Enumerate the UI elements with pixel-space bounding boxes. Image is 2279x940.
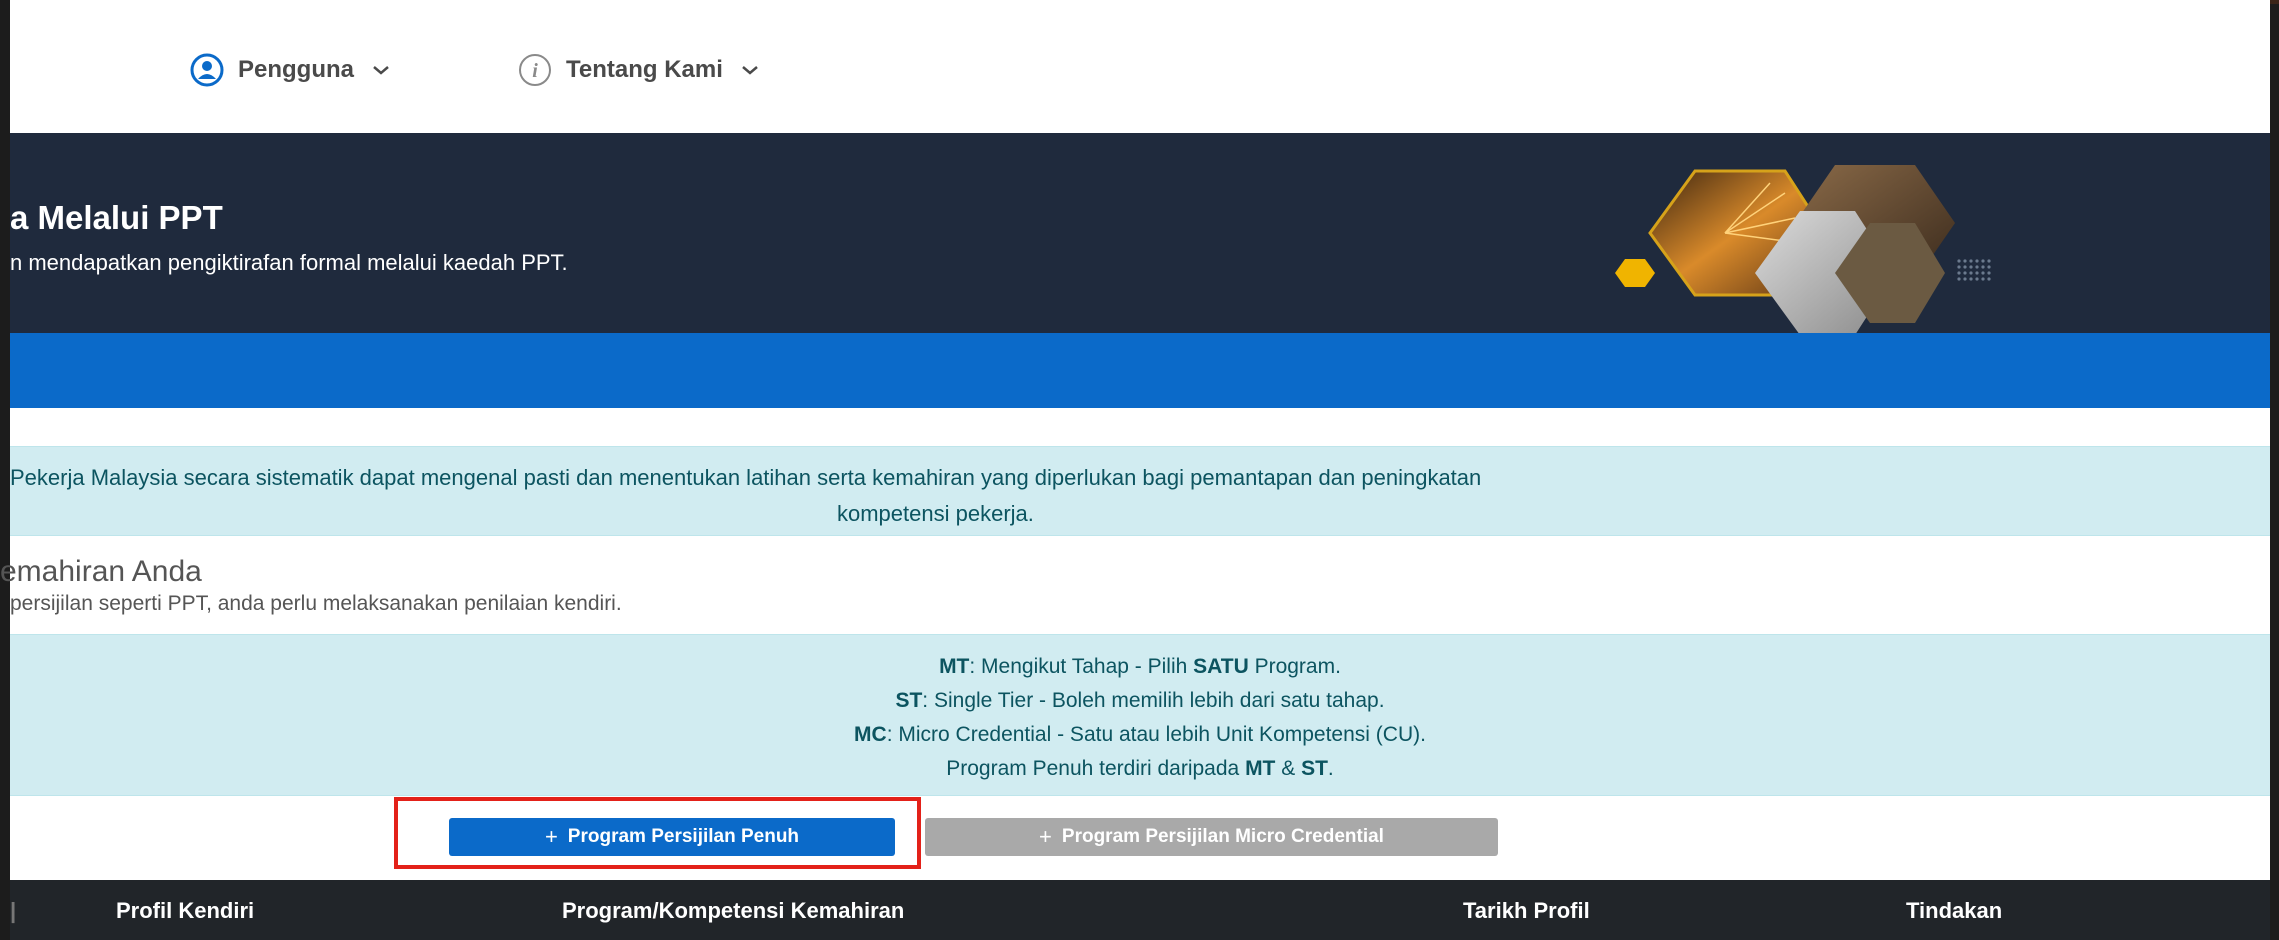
table-header-profil-kendiri: Profil Kendiri <box>116 898 255 923</box>
chevron-down-icon <box>372 64 390 76</box>
hero-subtitle: n mendapatkan pengiktirafan formal melal… <box>10 250 568 275</box>
user-circle-icon <box>190 53 224 87</box>
info-alert-line2: kompetensi pekerja. <box>837 501 1034 526</box>
legend-st: ST: Single Tier - Boleh memilih lebih da… <box>895 689 1385 712</box>
top-navbar: Pengguna i Tentang Kami <box>10 0 2270 133</box>
info-circle-icon: i <box>518 53 552 87</box>
info-alert-description: Pekerja Malaysia secara sistematik dapat… <box>10 446 2270 536</box>
section-subtitle: persijilan seperti PPT, anda perlu melak… <box>10 592 622 615</box>
nav-tentang-kami-menu[interactable]: i Tentang Kami <box>518 52 759 88</box>
add-micro-credential-button[interactable]: + Program Persijilan Micro Credential <box>925 818 1498 856</box>
hero-banner: a Melalui PPT n mendapatkan pengiktirafa… <box>10 133 2270 333</box>
table-header-col-0: | <box>10 898 17 923</box>
table-header-tarikh-profil: Tarikh Profil <box>1463 898 1590 923</box>
nav-tentang-kami-label: Tentang Kami <box>566 56 723 83</box>
window-frame-left <box>0 0 10 940</box>
svg-text:i: i <box>532 60 538 82</box>
info-alert-line1: Pekerja Malaysia secara sistematik dapat… <box>10 465 1482 490</box>
hero-title: a Melalui PPT <box>10 199 223 236</box>
table-header-tindakan: Tindakan <box>1906 898 2003 923</box>
plus-icon: + <box>1039 824 1052 849</box>
legend-mt: MT: Mengikut Tahap - Pilih SATU Program. <box>939 655 1341 678</box>
legend-full-program: Program Penuh terdiri daripada MT & ST. <box>946 757 1334 780</box>
section-blue-band <box>10 333 2270 408</box>
legend-mc: MC: Micro Credential - Satu atau lebih U… <box>854 723 1426 746</box>
table-header-program-kompetensi: Program/Kompetensi Kemahiran <box>562 898 905 923</box>
nav-pengguna-menu[interactable]: Pengguna <box>190 52 390 88</box>
program-legend-alert: MT: Mengikut Tahap - Pilih SATU Program.… <box>10 634 2270 796</box>
hero-hexagon-illustration <box>1615 165 1991 333</box>
window-frame-right <box>2270 0 2279 940</box>
section-title: emahiran Anda <box>0 555 202 588</box>
highlight-annotation-box <box>394 797 921 869</box>
add-micro-credential-label: Program Persijilan Micro Credential <box>1061 826 1384 847</box>
profile-table-header: | Profil Kendiri Program/Kompetensi Kema… <box>10 880 2270 940</box>
chevron-down-icon <box>741 64 759 76</box>
nav-pengguna-label: Pengguna <box>238 56 355 83</box>
